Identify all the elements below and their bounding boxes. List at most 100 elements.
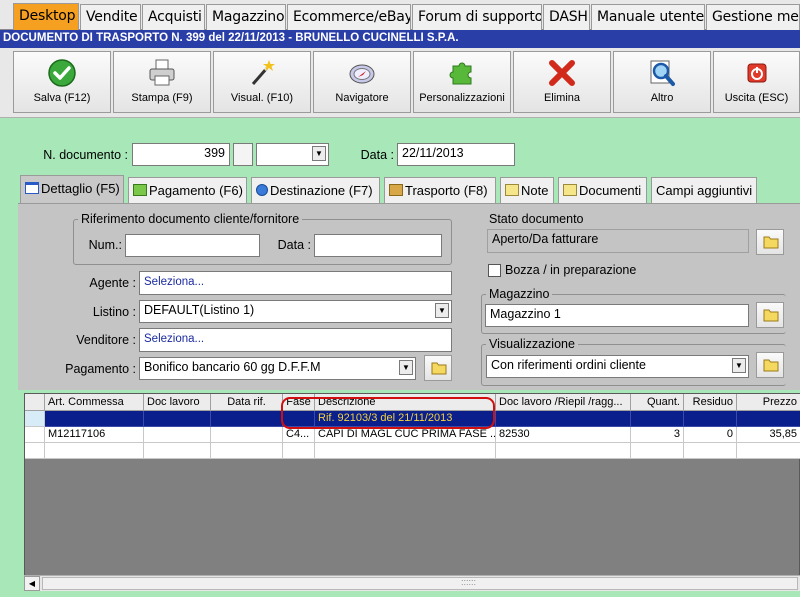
table-cell[interactable] [45,411,144,427]
tab-note-label: Note [521,183,549,198]
globe-icon [256,184,268,196]
tab-pagamento[interactable]: Pagamento (F6) [128,177,247,203]
data-documento-field[interactable]: 22/11/2013 [397,143,515,166]
row-selector[interactable] [25,411,45,427]
stampa-button[interactable]: Stampa (F9) [113,51,211,113]
column-header[interactable]: Residuo [684,394,737,411]
personalizzazioni-button[interactable]: Personalizzazioni [413,51,511,113]
table-cell[interactable] [211,443,283,459]
listino-select[interactable]: DEFAULT(Listino 1) ▼ [139,300,452,323]
visualizzazione-select[interactable]: Con riferimenti ordini cliente ▼ [486,355,749,378]
bozza-label: Bozza / in preparazione [505,263,637,277]
column-header[interactable]: Data rif. [211,394,283,411]
chevron-down-icon[interactable]: ▼ [312,146,326,161]
serie-select[interactable]: ▼ [256,143,329,166]
uscita-label: Uscita (ESC) [724,92,789,104]
magazzino-folder-button[interactable] [756,302,784,328]
tab-acquisti[interactable]: Acquisti [142,4,205,30]
visualizzazione-title: Visualizzazione [486,337,578,351]
row-selector[interactable] [25,427,45,443]
tab-desktop[interactable]: Desktop [13,3,79,30]
tab-ecommerce-ebay[interactable]: Ecommerce/eBay [287,4,411,30]
personalizzazioni-label: Personalizzazioni [419,92,505,104]
uscita-button[interactable]: Uscita (ESC) [713,51,800,113]
numero-documento-label: N. documento : [43,148,128,162]
table-cell[interactable]: 82530 [496,427,631,443]
table-cell[interactable]: 0 [684,427,737,443]
horizontal-scrollbar[interactable]: ◀ :::::: [24,575,800,591]
navigatore-button[interactable]: Navigatore [313,51,411,113]
column-header[interactable]: Prezzo [737,394,800,411]
table-cell[interactable] [631,411,684,427]
table-cell[interactable] [684,443,737,459]
table-cell[interactable] [144,443,211,459]
numero-documento-field[interactable]: 399 [132,143,230,166]
tab-magazzino[interactable]: Magazzino [206,4,286,30]
scroll-grip: :::::: [461,577,477,587]
table-cell[interactable]: CAPI DI MAGL CUC PRIMA FASE ... [315,427,496,443]
table-cell[interactable] [496,411,631,427]
venditore-field[interactable]: Seleziona... [139,328,452,352]
table-cell[interactable] [315,443,496,459]
pagamento-folder-button[interactable] [424,355,452,381]
printer-icon [149,59,175,86]
stato-folder-button[interactable] [756,229,784,255]
table-cell[interactable] [737,443,800,459]
agente-label: Agente : [89,276,136,290]
scroll-thumb[interactable]: :::::: [42,577,798,590]
column-header[interactable]: Quant. [631,394,684,411]
magazzino-field[interactable]: Magazzino 1 [485,304,749,327]
tab-documenti[interactable]: Documenti [558,177,647,203]
pagamento-select[interactable]: Bonifico bancario 60 gg D.F.F.M ▼ [139,357,416,380]
chevron-down-icon[interactable]: ▼ [399,360,413,375]
riferimento-num-field[interactable] [125,234,260,257]
table-cell[interactable] [45,443,144,459]
visualizzazione-folder-button[interactable] [756,352,784,378]
salva-button[interactable]: Salva (F12) [13,51,111,113]
numero-suffix-field[interactable] [233,143,253,166]
delete-x-icon [549,60,575,86]
table-cell[interactable]: 35,85 [737,427,800,443]
column-header[interactable]: Doc lavoro /Riepil /ragg... [496,394,631,411]
table-cell[interactable]: 3 [631,427,684,443]
tab-dash[interactable]: DASH [543,4,590,30]
riferimento-data-field[interactable] [314,234,442,257]
table-cell[interactable] [144,427,211,443]
bozza-checkbox[interactable] [488,264,501,277]
listino-value: DEFAULT(Listino 1) [144,303,255,317]
visual-button[interactable]: Visual. (F10) [213,51,311,113]
tab-campi-aggiuntivi[interactable]: Campi aggiuntivi [651,177,757,203]
altro-button[interactable]: Altro [613,51,711,113]
tab-trasporto[interactable]: Trasporto (F8) [384,177,496,203]
table-cell[interactable] [211,411,283,427]
tab-gestione-messaggi[interactable]: Gestione mess [706,4,800,30]
elimina-button[interactable]: Elimina [513,51,611,113]
chevron-down-icon[interactable]: ▼ [732,358,746,373]
altro-label: Altro [650,92,674,104]
column-header[interactable]: Art. Commessa [45,394,144,411]
visual-label: Visual. (F10) [230,92,294,104]
tab-dettaglio[interactable]: Dettaglio (F5) [20,175,124,203]
tab-vendite[interactable]: Vendite [80,4,141,30]
tab-manuale-utente[interactable]: Manuale utente [591,4,705,30]
table-cell[interactable] [211,427,283,443]
agente-field[interactable]: Seleziona... [139,271,452,295]
tab-destinazione[interactable]: Destinazione (F7) [251,177,380,203]
row-selector[interactable] [25,443,45,459]
compass-icon [349,64,375,84]
salva-label: Salva (F12) [33,92,91,104]
chevron-down-icon[interactable]: ▼ [435,303,449,318]
tab-forum-di-supporto[interactable]: Forum di supporto [412,4,542,30]
table-cell[interactable] [631,443,684,459]
column-header[interactable]: Doc lavoro [144,394,211,411]
table-cell[interactable] [684,411,737,427]
tab-dettaglio-label: Dettaglio (F5) [41,181,120,196]
table-cell[interactable] [737,411,800,427]
tab-note[interactable]: Note [500,177,554,203]
table-cell[interactable] [283,443,315,459]
scroll-left-icon[interactable]: ◀ [24,576,40,591]
table-cell[interactable]: M12117106 [45,427,144,443]
table-cell[interactable] [496,443,631,459]
table-cell[interactable] [144,411,211,427]
table-cell[interactable]: C4... [283,427,315,443]
